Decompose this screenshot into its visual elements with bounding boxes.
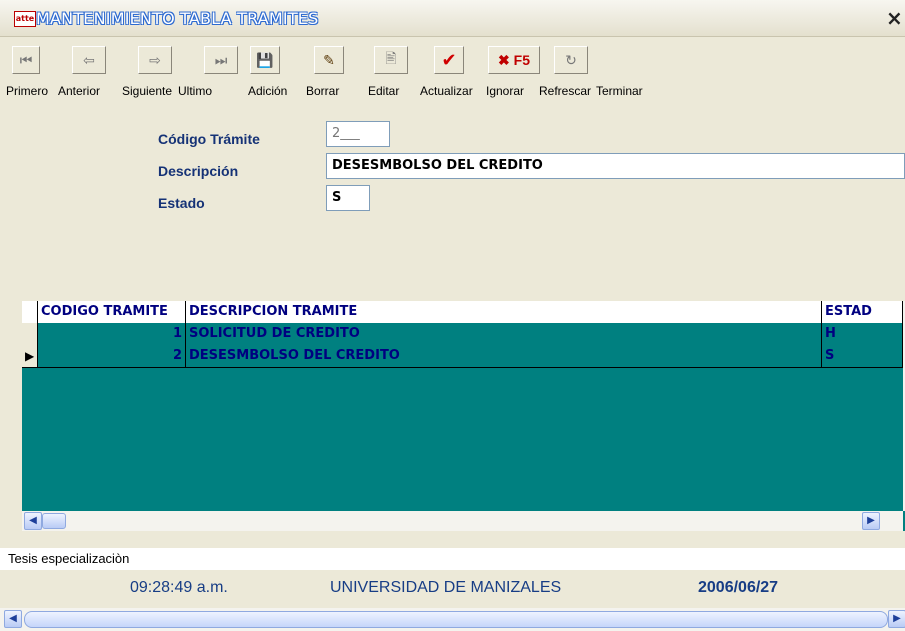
grid-horizontal-scrollbar[interactable]: ◀ ▶ — [22, 511, 903, 531]
toolbar-label-terminar[interactable]: Terminar — [596, 84, 643, 98]
scroll-right-icon[interactable]: ▶ — [888, 610, 905, 628]
status-time: 09:28:49 a.m. — [130, 579, 228, 596]
checkmark-icon[interactable]: ✔ — [434, 46, 464, 74]
window-horizontal-scrollbar[interactable]: ◀ ▶ — [0, 608, 905, 631]
estado-label: Estado — [158, 195, 205, 211]
refresh-icon[interactable]: ↻ — [554, 46, 588, 74]
descripcion-label: Descripción — [158, 163, 239, 179]
toolbar-label-ignorar[interactable]: Ignorar — [486, 84, 524, 98]
next-record-icon[interactable]: ⇨ — [138, 46, 172, 74]
scroll-left-icon[interactable]: ◀ — [24, 512, 42, 530]
bottom-info-bar: 09:28:49 a.m. UNIVERSIDAD DE MANIZALES 2… — [0, 570, 905, 608]
app-logo-icon: atte — [14, 11, 36, 27]
horizontal-scroll-thumb[interactable] — [24, 611, 888, 628]
close-icon[interactable]: × — [886, 6, 903, 30]
title-bar: atte MANTENIMIENTO TABLA TRAMITES × — [0, 0, 905, 37]
tramites-grid[interactable]: CODIGO TRAMITE DESCRIPCION TRAMITE ESTAD… — [22, 301, 905, 531]
eraser-icon[interactable]: ✎ — [314, 46, 344, 74]
cell-estado[interactable]: S — [822, 345, 903, 367]
toolbar-label-editar[interactable]: Editar — [368, 84, 399, 98]
horizontal-scroll-thumb[interactable] — [42, 513, 66, 529]
descripcion-field[interactable]: DESESMBOLSO DEL CREDITO — [326, 153, 905, 179]
toolbar-label-siguiente[interactable]: Siguiente — [122, 84, 172, 98]
column-header-codigo[interactable]: CODIGO TRAMITE — [38, 301, 186, 323]
toolbar-label-actualizar[interactable]: Actualizar — [420, 84, 473, 98]
save-icon[interactable]: 💾 — [250, 46, 280, 74]
cell-descripcion[interactable]: SOLICITUD DE CREDITO — [186, 323, 822, 345]
status-area: Tesis especializaciòn 09:28:49 a.m. UNIV… — [0, 548, 905, 631]
toolbar-label-refrescar[interactable]: Refrescar — [539, 84, 591, 98]
toolbar-label-adicion[interactable]: Adición — [248, 84, 287, 98]
column-header-estado[interactable]: ESTAD — [822, 301, 903, 323]
scroll-left-icon[interactable]: ◀ — [4, 610, 22, 628]
toolbar-label-borrar[interactable]: Borrar — [306, 84, 339, 98]
cancel-f5-icon[interactable]: ✖ F5 — [488, 46, 540, 74]
row-indicator-header — [22, 301, 38, 323]
cell-codigo[interactable]: 1 — [38, 323, 186, 345]
codigo-tramite-field[interactable]: 2___ — [326, 121, 390, 147]
scroll-right-icon[interactable]: ▶ — [862, 512, 880, 530]
column-header-descripcion[interactable]: DESCRIPCION TRAMITE — [186, 301, 822, 323]
last-record-icon[interactable]: ⏭ — [204, 46, 238, 74]
window-title: MANTENIMIENTO TABLA TRAMITES — [36, 9, 319, 28]
tesis-label: Tesis especializaciòn — [0, 548, 905, 570]
table-row[interactable]: ▶ 2 DESESMBOLSO DEL CREDITO S — [22, 345, 903, 368]
prev-record-icon[interactable]: ⇦ — [72, 46, 106, 74]
toolbar-label-primero[interactable]: Primero — [6, 84, 48, 98]
grid-header: CODIGO TRAMITE DESCRIPCION TRAMITE ESTAD — [22, 301, 903, 323]
toolbar-label-ultimo[interactable]: Ultimo — [178, 84, 212, 98]
estado-field[interactable]: S — [326, 185, 370, 211]
cell-codigo[interactable]: 2 — [38, 345, 186, 367]
toolbar-label-anterior[interactable]: Anterior — [58, 84, 100, 98]
status-university: UNIVERSIDAD DE MANIZALES — [330, 579, 562, 596]
edit-icon[interactable]: 🖹 — [374, 46, 408, 74]
first-record-icon[interactable]: ⏮ — [12, 46, 40, 74]
current-row-marker-icon: ▶ — [22, 345, 38, 367]
cell-descripcion[interactable]: DESESMBOLSO DEL CREDITO — [186, 345, 822, 367]
cell-estado[interactable]: H — [822, 323, 903, 345]
status-date: 2006/06/27 — [698, 579, 779, 596]
table-row[interactable]: 1 SOLICITUD DE CREDITO H — [22, 323, 903, 346]
codigo-tramite-label: Código Trámite — [158, 131, 260, 147]
row-indicator — [22, 323, 38, 345]
